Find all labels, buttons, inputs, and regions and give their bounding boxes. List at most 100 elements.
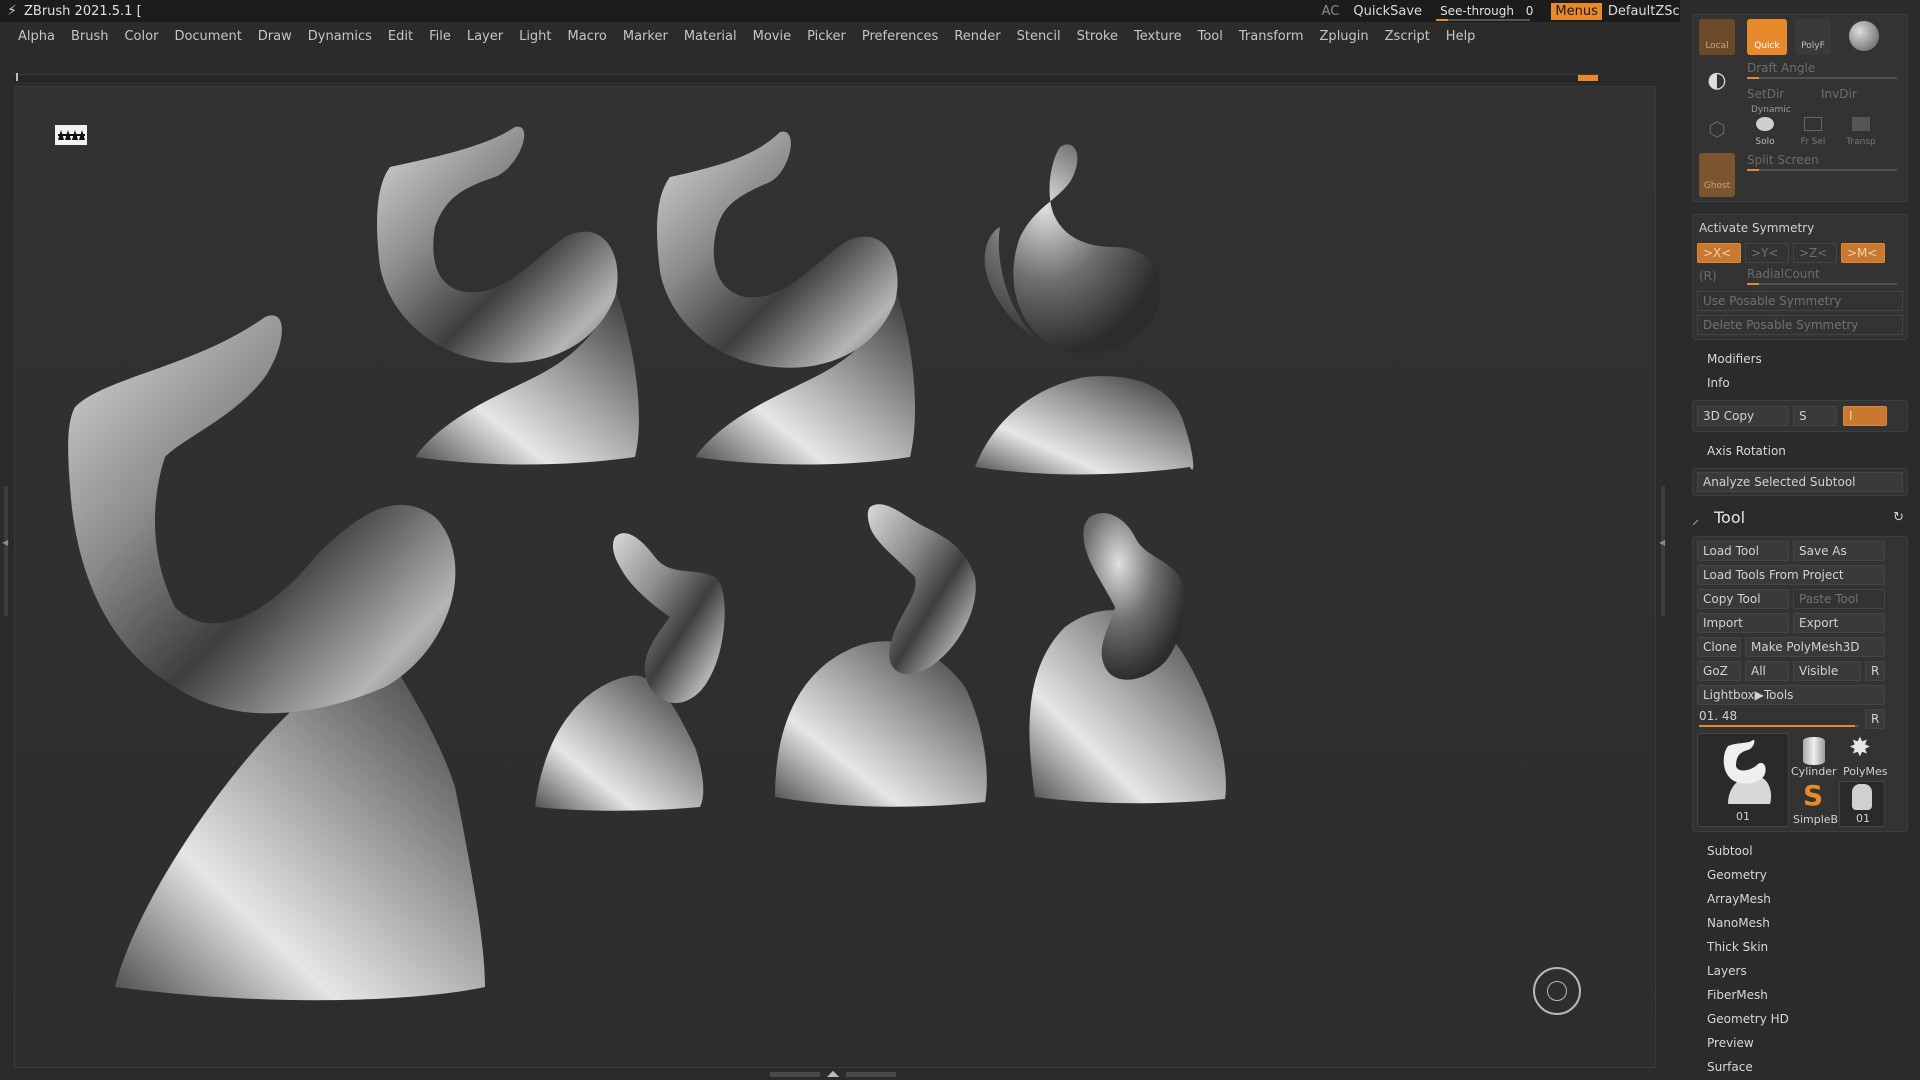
menu-macro[interactable]: Macro (568, 29, 607, 44)
bottom-scroll-handle[interactable]: ◢◣ (770, 1070, 900, 1078)
lightbox-tools-button[interactable]: Lightbox▶Tools (1697, 685, 1885, 705)
menu-zplugin[interactable]: Zplugin (1320, 29, 1369, 44)
goz-visible-button[interactable]: Visible (1793, 661, 1861, 681)
model-bottom-2[interactable] (775, 504, 987, 807)
analyze-selected-subtool-button[interactable]: Analyze Selected Subtool (1697, 472, 1903, 492)
split-screen-slider[interactable] (1747, 169, 1897, 171)
use-posable-symmetry-button[interactable]: Use Posable Symmetry (1697, 291, 1903, 311)
current-tool-slider[interactable] (1699, 725, 1859, 727)
save-as-button[interactable]: Save As (1793, 541, 1885, 561)
section-subtool[interactable]: Subtool (1707, 844, 1753, 858)
solo-button[interactable]: Solo (1747, 115, 1783, 151)
shelf-orange-handle[interactable] (1578, 75, 1598, 81)
menu-texture[interactable]: Texture (1134, 29, 1182, 44)
menu-tool[interactable]: Tool (1198, 29, 1223, 44)
menu-draw[interactable]: Draw (258, 29, 292, 44)
right-tray-handle[interactable]: ◀ (1658, 486, 1668, 616)
copy3d-button[interactable]: 3D Copy (1697, 406, 1789, 426)
load-tools-from-project-button[interactable]: Load Tools From Project (1697, 565, 1885, 585)
section-surface[interactable]: Surface (1707, 1060, 1753, 1074)
copy-tool-button[interactable]: Copy Tool (1697, 589, 1789, 609)
make-polymesh3d-button[interactable]: Make PolyMesh3D (1745, 637, 1885, 657)
menu-transform[interactable]: Transform (1239, 29, 1304, 44)
refresh-icon[interactable]: ↻ (1893, 510, 1904, 525)
model-bottom-1[interactable] (535, 533, 725, 811)
symmetry-z-button[interactable]: >Z< (1793, 243, 1837, 263)
import-button[interactable]: Import (1697, 613, 1789, 633)
menu-stencil[interactable]: Stencil (1017, 29, 1061, 44)
copy3d-s-button[interactable]: S (1793, 406, 1837, 426)
section-geometry-hd[interactable]: Geometry HD (1707, 1012, 1789, 1026)
section-geometry[interactable]: Geometry (1707, 868, 1767, 882)
menu-file[interactable]: File (429, 29, 451, 44)
menu-preferences[interactable]: Preferences (862, 29, 938, 44)
model-large-left[interactable] (68, 315, 485, 1001)
local-button[interactable]: Local (1699, 19, 1735, 55)
load-tool-button[interactable]: Load Tool (1697, 541, 1789, 561)
info-section[interactable]: Info (1707, 376, 1730, 390)
tool-palette-header[interactable]: ⸝ Tool ↻ (1692, 508, 1908, 530)
section-arraymesh[interactable]: ArrayMesh (1707, 892, 1771, 906)
menu-material[interactable]: Material (684, 29, 737, 44)
chevron-up-down-icon[interactable]: ◢◣ (824, 1070, 842, 1078)
navigation-circle-icon[interactable] (1533, 967, 1581, 1015)
tool-thumb-polymesh[interactable]: ✸ PolyMes (1839, 733, 1888, 779)
radial-r-toggle[interactable]: (R) (1699, 269, 1717, 283)
menu-picker[interactable]: Picker (807, 29, 846, 44)
tool-thumb-cylinder[interactable]: Cylinder (1791, 733, 1837, 779)
menu-light[interactable]: Light (519, 29, 551, 44)
clone-button[interactable]: Clone (1697, 637, 1741, 657)
ac-button[interactable]: AC (1322, 4, 1340, 19)
modifiers-section[interactable]: Modifiers (1707, 352, 1762, 366)
draft-angle-slider[interactable] (1747, 77, 1897, 79)
menu-document[interactable]: Document (174, 29, 241, 44)
goz-r-button[interactable]: R (1865, 661, 1885, 681)
menu-brush[interactable]: Brush (71, 29, 109, 44)
frsel-button[interactable]: Fr Sel (1795, 115, 1831, 151)
left-tray-handle[interactable]: ◀ (0, 486, 10, 616)
menus-toggle-button[interactable]: Menus (1551, 2, 1602, 20)
menu-marker[interactable]: Marker (623, 29, 668, 44)
symmetry-x-button[interactable]: >X< (1697, 243, 1741, 263)
contrast-icon[interactable]: ◐ (1699, 63, 1735, 99)
export-button[interactable]: Export (1793, 613, 1885, 633)
setdir-button[interactable]: SetDir (1747, 87, 1784, 101)
polyf-button[interactable]: PolyF (1795, 19, 1831, 55)
section-thick-skin[interactable]: Thick Skin (1707, 940, 1768, 954)
goz-button[interactable]: GoZ (1697, 661, 1741, 681)
copy3d-i-button[interactable]: I (1843, 406, 1887, 426)
see-through-slider[interactable]: See-through 0 (1436, 4, 1537, 21)
menu-color[interactable]: Color (124, 29, 158, 44)
symmetry-y-button[interactable]: >Y< (1745, 243, 1789, 263)
quick-button[interactable]: Quick (1747, 19, 1787, 55)
menu-layer[interactable]: Layer (467, 29, 503, 44)
radial-count-slider[interactable] (1747, 283, 1897, 285)
section-fibermesh[interactable]: FiberMesh (1707, 988, 1768, 1002)
section-preview[interactable]: Preview (1707, 1036, 1754, 1050)
menu-edit[interactable]: Edit (388, 29, 413, 44)
section-nanomesh[interactable]: NanoMesh (1707, 916, 1770, 930)
tool-thumb-01[interactable]: 01 (1839, 781, 1885, 827)
axis-rotation-section[interactable]: Axis Rotation (1707, 444, 1786, 458)
document-canvas[interactable] (14, 86, 1656, 1068)
tool-thumb-simpleb[interactable]: S SimpleB (1791, 779, 1838, 827)
menu-dynamics[interactable]: Dynamics (308, 29, 372, 44)
ghost-button[interactable]: Ghost (1699, 153, 1735, 197)
activate-symmetry-button[interactable]: Activate Symmetry (1699, 221, 1814, 235)
current-tool-r-button[interactable]: R (1865, 709, 1885, 729)
model-top-1[interactable] (377, 126, 639, 465)
goz-all-button[interactable]: All (1745, 661, 1789, 681)
delete-posable-symmetry-button[interactable]: Delete Posable Symmetry (1697, 315, 1903, 335)
model-bottom-3[interactable] (1029, 513, 1226, 804)
sphere-icon[interactable] (1849, 21, 1879, 51)
paste-tool-button[interactable]: Paste Tool (1793, 589, 1885, 609)
menu-movie[interactable]: Movie (753, 29, 791, 44)
cube-icon[interactable]: ⬡ (1699, 111, 1735, 147)
menu-render[interactable]: Render (954, 29, 1000, 44)
model-top-2[interactable] (657, 131, 915, 465)
quicksave-button[interactable]: QuickSave (1353, 4, 1422, 19)
model-top-3[interactable] (975, 144, 1194, 475)
menu-help[interactable]: Help (1446, 29, 1476, 44)
section-layers[interactable]: Layers (1707, 964, 1747, 978)
menu-zscript[interactable]: Zscript (1385, 29, 1430, 44)
